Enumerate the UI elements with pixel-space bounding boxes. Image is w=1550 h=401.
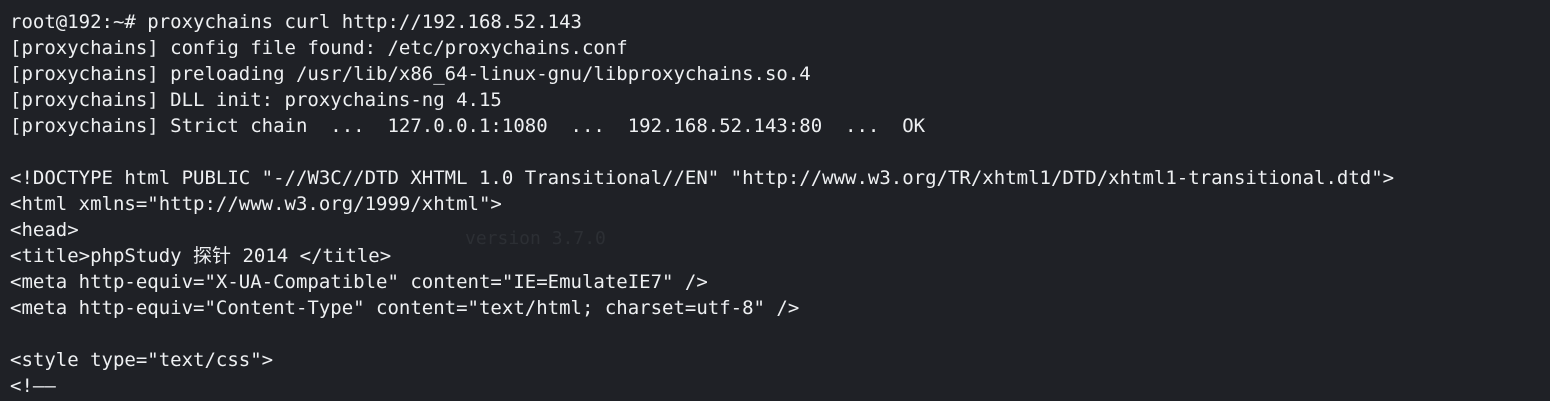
proxychains-output-line: [proxychains] DLL init: proxychains-ng 4… bbox=[10, 89, 502, 111]
html-output-line: <!DOCTYPE html PUBLIC "-//W3C//DTD XHTML… bbox=[10, 167, 1395, 189]
proxychains-output-line: [proxychains] Strict chain ... 127.0.0.1… bbox=[10, 115, 926, 137]
command-prompt-line: root@192:~# proxychains curl http://192.… bbox=[10, 11, 582, 33]
terminal-output: root@192:~# proxychains curl http://192.… bbox=[10, 9, 1550, 399]
html-output-line: <meta http-equiv="X-UA-Compatible" conte… bbox=[10, 271, 708, 293]
html-output-line: <meta http-equiv="Content-Type" content=… bbox=[10, 297, 800, 319]
proxychains-output-line: [proxychains] preloading /usr/lib/x86_64… bbox=[10, 63, 811, 85]
html-output-line: <style type="text/css"> bbox=[10, 349, 274, 371]
proxychains-output-line: [proxychains] config file found: /etc/pr… bbox=[10, 37, 628, 59]
html-output-line: <!—— bbox=[10, 375, 56, 397]
html-output-line: <title>phpStudy 探针 2014 </title> bbox=[10, 245, 392, 267]
html-output-line: <html xmlns="http://www.w3.org/1999/xhtm… bbox=[10, 193, 502, 215]
terminal-window[interactable]: version 3.7.0 root@192:~# proxychains cu… bbox=[0, 0, 1550, 401]
html-output-line: <head> bbox=[10, 219, 79, 241]
